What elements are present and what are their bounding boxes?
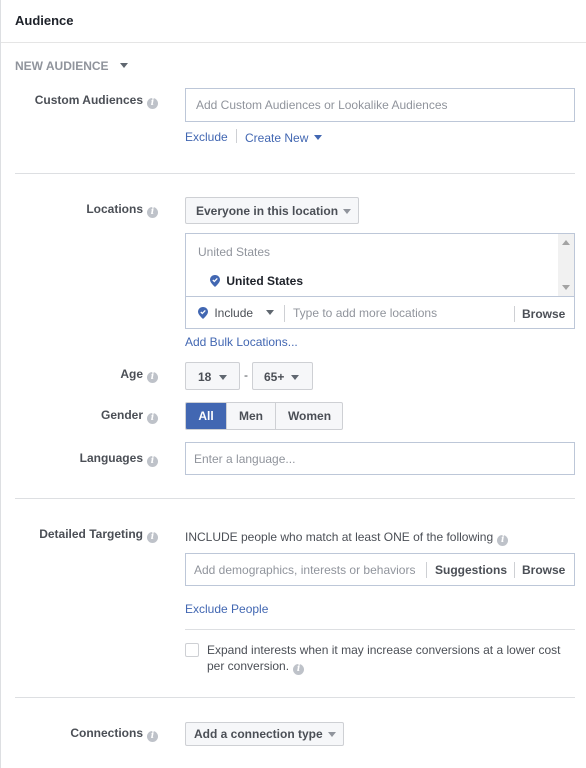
age-max-value: 65+	[264, 370, 285, 384]
info-icon[interactable]: i	[147, 731, 158, 742]
targeting-divider	[185, 629, 575, 630]
chevron-down-icon	[328, 732, 336, 737]
age-min-dropdown[interactable]: 18	[185, 362, 240, 390]
connections-label-text: Connections	[70, 726, 143, 740]
suggestions-divider	[426, 562, 427, 578]
age-label-text: Age	[120, 367, 143, 381]
location-scope-dropdown[interactable]: Everyone in this location	[185, 197, 359, 224]
chevron-down-icon	[313, 135, 322, 140]
audience-panel: Audience NEW AUDIENCE Custom Audiences i …	[0, 0, 586, 768]
languages-label-text: Languages	[79, 451, 143, 465]
chevron-down-icon	[291, 375, 299, 380]
age-max-dropdown[interactable]: 65+	[252, 362, 313, 390]
info-icon[interactable]: i	[147, 532, 158, 543]
gender-option-men[interactable]: Men	[226, 403, 275, 429]
include-criteria-label: INCLUDE people who match at least ONE of…	[185, 530, 494, 544]
panel-header: Audience	[1, 0, 586, 43]
section-divider	[15, 173, 575, 174]
detailed-targeting-placeholder: Add demographics, interests or behaviors	[194, 563, 416, 577]
scroll-up-icon[interactable]	[562, 240, 570, 245]
locations-browse-button[interactable]: Browse	[522, 307, 565, 321]
connection-type-dropdown[interactable]: Add a connection type	[185, 722, 344, 746]
suggestions-button[interactable]: Suggestions	[435, 563, 507, 577]
chevron-down-icon	[219, 375, 227, 380]
location-group-header: United States	[198, 245, 271, 259]
gender-option-women[interactable]: Women	[275, 403, 342, 429]
location-pin-icon	[198, 307, 208, 319]
gender-segmented-control: All Men Women	[185, 402, 343, 430]
exclude-people-link[interactable]: Exclude People	[185, 602, 268, 616]
audience-selector-label: NEW AUDIENCE	[15, 59, 109, 73]
add-bulk-locations-link[interactable]: Add Bulk Locations...	[185, 335, 298, 349]
info-icon[interactable]: i	[147, 372, 158, 383]
gender-option-all[interactable]: All	[186, 403, 226, 429]
languages-label: Languages i	[80, 451, 158, 467]
include-divider	[284, 305, 285, 322]
info-icon[interactable]: i	[147, 207, 158, 218]
chevron-down-icon	[119, 63, 128, 68]
locations-box-divider	[186, 296, 574, 297]
exclude-audiences-link[interactable]: Exclude	[185, 130, 228, 144]
custom-audiences-label-text: Custom Audiences	[34, 93, 143, 107]
chevron-down-icon	[343, 209, 351, 214]
create-new-label: Create New	[245, 131, 309, 145]
age-label: Age i	[120, 367, 158, 383]
location-pin-icon	[210, 275, 220, 287]
info-icon[interactable]: i	[293, 664, 305, 675]
include-label: Include	[214, 306, 254, 320]
gender-label: Gender i	[101, 408, 158, 424]
age-min-value: 18	[198, 370, 212, 384]
expand-interests-text: Expand interests when it may increase co…	[207, 643, 561, 673]
locations-box: United States United States Include Type…	[185, 233, 575, 329]
create-new-dropdown[interactable]: Create New	[245, 131, 322, 145]
audience-selector[interactable]: NEW AUDIENCE	[15, 59, 128, 73]
detailed-targeting-label-text: Detailed Targeting	[39, 527, 143, 541]
locations-list: United States United States	[186, 234, 558, 296]
chevron-down-icon	[266, 310, 275, 315]
info-icon[interactable]: i	[147, 413, 158, 424]
locations-label-text: Locations	[86, 202, 143, 216]
age-separator: -	[244, 368, 248, 382]
info-icon[interactable]: i	[147, 456, 158, 467]
section-divider	[15, 498, 575, 499]
include-criteria-text: INCLUDE people who match at least ONE of…	[185, 530, 509, 546]
custom-audiences-placeholder: Add Custom Audiences or Lookalike Audien…	[196, 98, 448, 112]
expand-interests-checkbox[interactable]	[185, 643, 199, 657]
gender-label-text: Gender	[100, 408, 143, 422]
info-icon[interactable]: i	[147, 98, 158, 109]
custom-audiences-input[interactable]: Add Custom Audiences or Lookalike Audien…	[185, 88, 575, 122]
connection-type-label: Add a connection type	[194, 727, 323, 741]
custom-audiences-label: Custom Audiences i	[35, 93, 158, 109]
include-dropdown[interactable]: Include	[198, 306, 275, 320]
expand-interests-label: Expand interests when it may increase co…	[207, 642, 569, 675]
languages-placeholder: Enter a language...	[194, 452, 296, 466]
location-search-input[interactable]: Type to add more locations	[293, 306, 437, 320]
connections-label: Connections i	[70, 726, 158, 742]
location-scope-label: Everyone in this location	[196, 204, 339, 218]
location-item[interactable]: United States	[210, 274, 303, 288]
locations-scrollbar[interactable]	[558, 234, 574, 296]
browse-divider	[514, 562, 515, 578]
panel-title: Audience	[15, 13, 74, 28]
browse-divider	[514, 306, 515, 322]
section-divider	[15, 697, 575, 698]
link-divider	[236, 129, 237, 143]
detailed-targeting-browse-button[interactable]: Browse	[522, 563, 565, 577]
detailed-targeting-label: Detailed Targeting i	[39, 527, 158, 543]
languages-input[interactable]: Enter a language...	[185, 442, 575, 475]
scroll-down-icon[interactable]	[562, 285, 570, 290]
detailed-targeting-input[interactable]: Add demographics, interests or behaviors…	[185, 553, 575, 586]
location-item-label: United States	[226, 274, 304, 288]
locations-label: Locations i	[86, 202, 158, 218]
info-icon[interactable]: i	[497, 535, 509, 546]
